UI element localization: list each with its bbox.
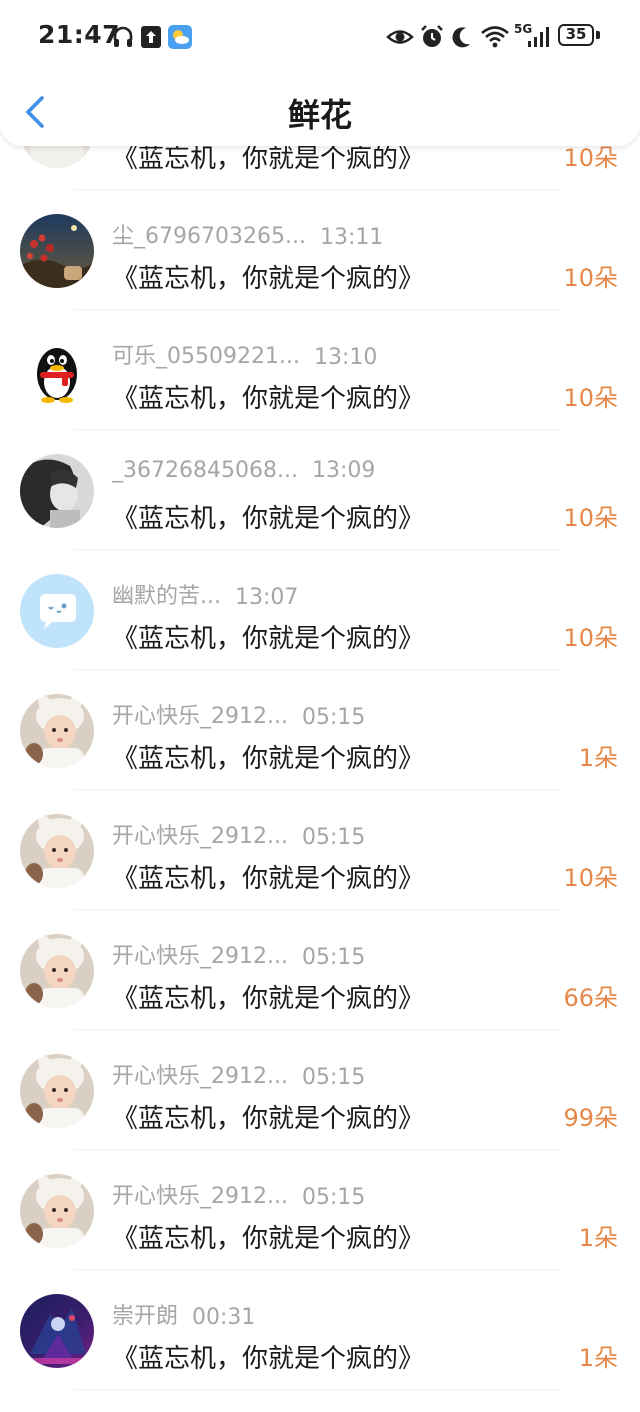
- send-time: 05:15: [301, 945, 366, 970]
- send-time: 05:15: [301, 825, 366, 850]
- sender-name[interactable]: 幽默的苦...: [112, 578, 221, 610]
- send-time: 05:15: [301, 705, 366, 730]
- sender-name[interactable]: 开心快乐_2912...: [112, 1178, 288, 1210]
- sender-meta: 开心快乐_2912... 05:15: [112, 938, 365, 970]
- sender-name[interactable]: 可乐_05509221...: [112, 338, 300, 370]
- list-item[interactable]: 开心快乐_2912... 05:15 《蓝忘机，你就是个疯的》 66朵: [0, 910, 640, 1030]
- flower-count: 10朵: [563, 864, 618, 892]
- sender-meta: 幽默的苦... 13:07: [112, 578, 298, 610]
- sender-name[interactable]: 开心快乐_2912...: [112, 938, 288, 970]
- sender-meta: 崇开朗 00:31: [112, 1298, 255, 1330]
- send-time: 00:31: [192, 1305, 256, 1330]
- sender-name[interactable]: _36726845068...: [112, 458, 298, 483]
- send-time: 13:09: [311, 458, 376, 483]
- flower-count: 1朵: [578, 1224, 618, 1252]
- book-title: 《蓝忘机，你就是个疯的》: [112, 504, 425, 534]
- battery-icon: 35: [558, 24, 594, 46]
- flower-count: 1朵: [578, 744, 618, 772]
- list-item[interactable]: 崇开朗 00:31 《蓝忘机，你就是个疯的》 1朵: [0, 1270, 640, 1390]
- eye-icon: [386, 30, 414, 44]
- app-header: 21:47 5G 35 鲜花: [0, 0, 640, 146]
- page-title: 鲜花: [287, 96, 352, 134]
- book-title: 《蓝忘机，你就是个疯的》: [112, 984, 425, 1014]
- book-title: 《蓝忘机，你就是个疯的》: [112, 624, 425, 654]
- flower-count: 1朵: [578, 1344, 618, 1372]
- list-item[interactable]: 幽默的苦... 13:07 《蓝忘机，你就是个疯的》 10朵: [0, 550, 640, 670]
- flower-count: 99朵: [563, 1104, 618, 1132]
- sender-meta: 尘_6796703265... 13:11: [112, 218, 383, 250]
- book-title: 《蓝忘机，你就是个疯的》: [112, 1344, 425, 1374]
- signal-icon: [528, 27, 549, 47]
- list-item[interactable]: _36726845068... 13:09 《蓝忘机，你就是个疯的》 10朵: [0, 430, 640, 550]
- baby-avatar[interactable]: [20, 1174, 94, 1248]
- list-item[interactable]: 开心快乐_2912... 05:15 《蓝忘机，你就是个疯的》 99朵: [0, 1030, 640, 1150]
- headphones-icon: [113, 26, 133, 47]
- flower-count: 10朵: [563, 624, 618, 652]
- flowers-page: 《蓝忘机，你就是个疯的》 10朵 尘_6796703265... 13:11 《…: [0, 0, 640, 1412]
- grayscale-portrait-avatar[interactable]: [20, 454, 94, 528]
- flower-count: 10朵: [563, 504, 618, 532]
- send-time: 13:10: [313, 345, 378, 370]
- send-time: 13:07: [234, 585, 299, 610]
- wifi-icon: [481, 26, 509, 48]
- flower-count: 66朵: [563, 984, 618, 1012]
- book-title: 《蓝忘机，你就是个疯的》: [112, 264, 425, 294]
- book-title: 《蓝忘机，你就是个疯的》: [112, 1224, 425, 1254]
- sender-meta: 开心快乐_2912... 05:15: [112, 1058, 365, 1090]
- book-title: 《蓝忘机，你就是个疯的》: [112, 864, 425, 894]
- game-character-avatar[interactable]: [20, 1294, 94, 1368]
- sender-name[interactable]: 开心快乐_2912...: [112, 1058, 288, 1090]
- sender-name[interactable]: 开心快乐_2912...: [112, 698, 288, 730]
- flower-count: 10朵: [563, 384, 618, 412]
- divider: [74, 1389, 560, 1390]
- baby-avatar[interactable]: [20, 1054, 94, 1128]
- baby-avatar[interactable]: [20, 814, 94, 888]
- book-title: 《蓝忘机，你就是个疯的》: [112, 1104, 425, 1134]
- flower-count: 10朵: [563, 264, 618, 292]
- sender-meta: 开心快乐_2912... 05:15: [112, 818, 365, 850]
- list-item[interactable]: 尘_6796703265... 13:11 《蓝忘机，你就是个疯的》 10朵: [0, 190, 640, 310]
- weather-icon: [168, 25, 192, 49]
- sender-meta: 开心快乐_2912... 05:15: [112, 698, 365, 730]
- send-time: 13:11: [319, 225, 384, 250]
- sender-meta: _36726845068... 13:09: [112, 458, 375, 483]
- send-time: 05:15: [301, 1065, 366, 1090]
- battery-tip: [596, 31, 600, 39]
- alarm-icon: [421, 25, 443, 47]
- sender-name[interactable]: 尘_6796703265...: [112, 218, 306, 250]
- list-item[interactable]: 可乐_05509221... 13:10 《蓝忘机，你就是个疯的》 10朵: [0, 310, 640, 430]
- baby-avatar[interactable]: [20, 694, 94, 768]
- book-title: 《蓝忘机，你就是个疯的》: [112, 384, 425, 414]
- sender-name[interactable]: 开心快乐_2912...: [112, 818, 288, 850]
- status-bar: 21:47 5G 35: [0, 0, 640, 72]
- night-flowers-avatar[interactable]: [20, 214, 94, 288]
- moon-icon: [452, 27, 470, 48]
- book-title: 《蓝忘机，你就是个疯的》: [112, 744, 425, 774]
- penguin-avatar[interactable]: [20, 334, 94, 408]
- list-item[interactable]: 开心快乐_2912... 05:15 《蓝忘机，你就是个疯的》 1朵: [0, 670, 640, 790]
- status-time: 21:47: [38, 20, 121, 49]
- upload-icon: [141, 26, 161, 48]
- send-time: 05:15: [301, 1185, 366, 1210]
- flower-list: 《蓝忘机，你就是个疯的》 10朵 尘_6796703265... 13:11 《…: [0, 70, 640, 1390]
- list-item[interactable]: 开心快乐_2912... 05:15 《蓝忘机，你就是个疯的》 1朵: [0, 1150, 640, 1270]
- chat-bubble-avatar[interactable]: [20, 574, 94, 648]
- sender-meta: 可乐_05509221... 13:10: [112, 338, 377, 370]
- baby-avatar[interactable]: [20, 934, 94, 1008]
- list-item[interactable]: 开心快乐_2912... 05:15 《蓝忘机，你就是个疯的》 10朵: [0, 790, 640, 910]
- sender-meta: 开心快乐_2912... 05:15: [112, 1178, 365, 1210]
- sender-name[interactable]: 崇开朗: [112, 1298, 178, 1330]
